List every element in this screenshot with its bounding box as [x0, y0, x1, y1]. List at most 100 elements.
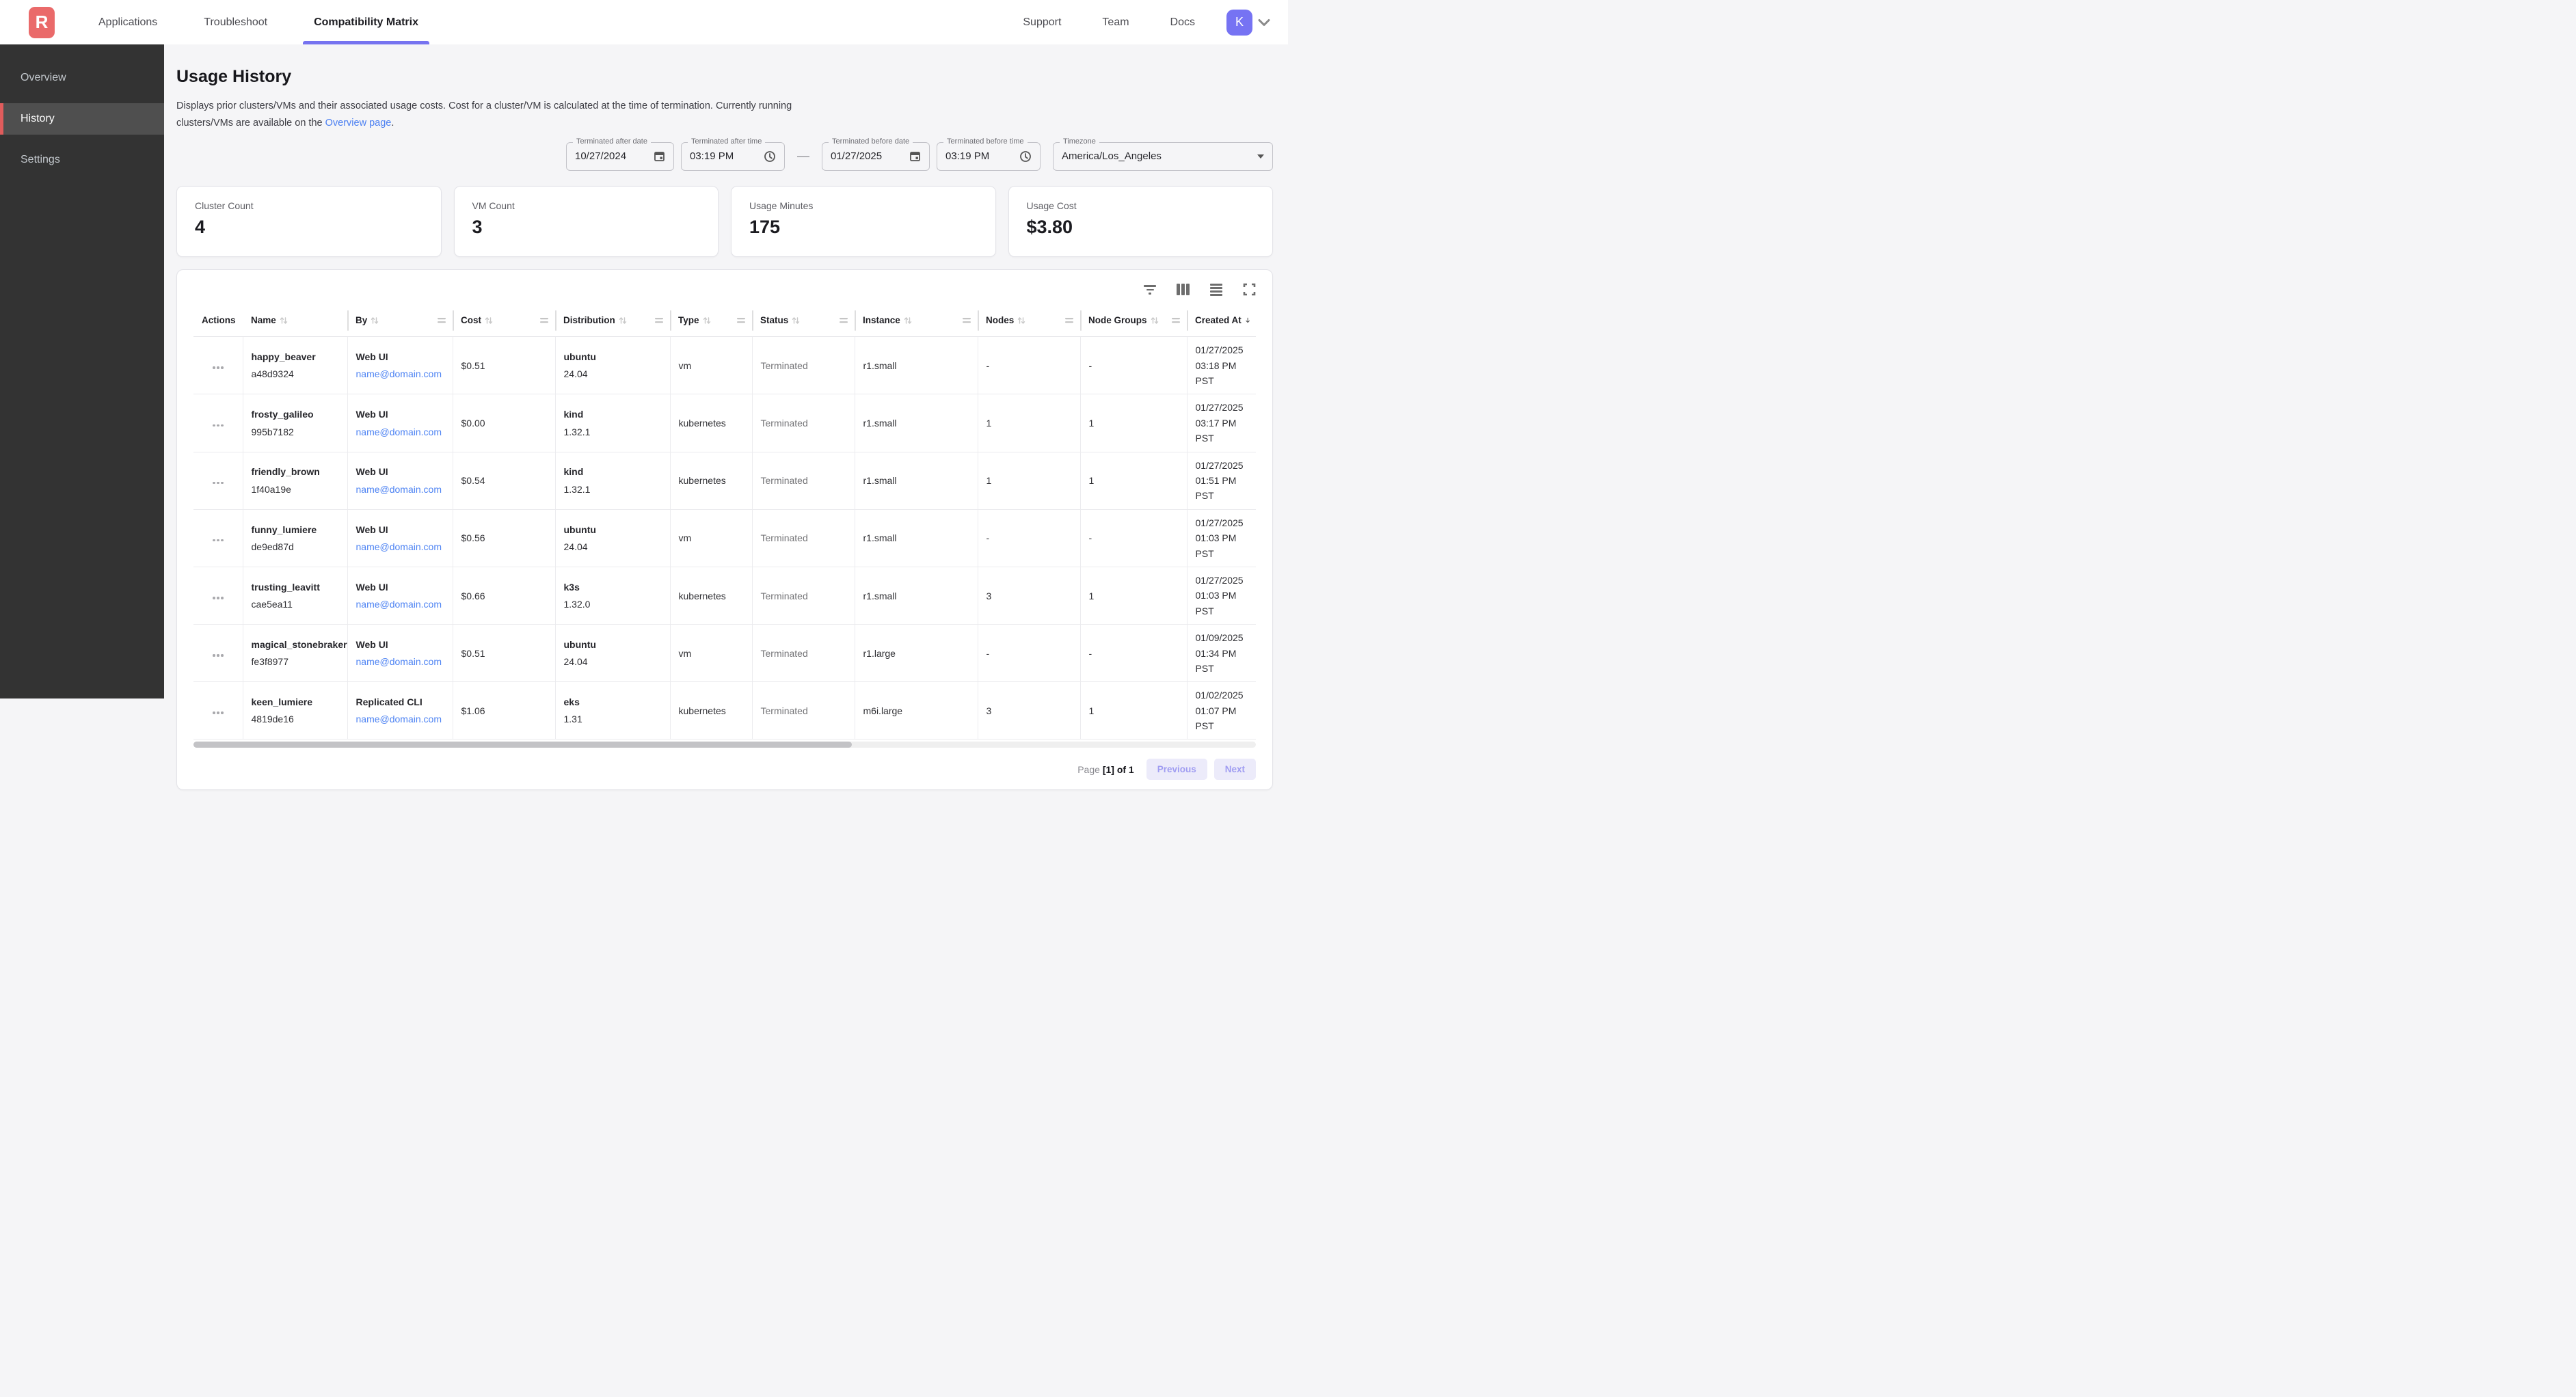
column-menu-icon[interactable] — [1172, 318, 1180, 323]
cost-cell: $0.54 — [453, 452, 555, 509]
row-actions-icon[interactable] — [213, 597, 224, 599]
created-by: Web UI — [356, 465, 447, 478]
column-header-instance[interactable]: Instance — [855, 304, 978, 337]
overview-page-link[interactable]: Overview page — [325, 118, 392, 128]
cluster-id: a48d9324 — [252, 368, 342, 380]
node-groups-cell: - — [1080, 337, 1187, 394]
creator-email-link[interactable]: name@domain.com — [356, 656, 442, 667]
created-date: 01/02/2025 — [1196, 690, 1244, 701]
sort-desc-icon — [1245, 315, 1250, 325]
column-header-node-groups[interactable]: Node Groups — [1080, 304, 1187, 337]
stat-card-usage-cost: Usage Cost $3.80 — [1008, 186, 1274, 257]
row-actions-icon[interactable] — [213, 482, 224, 485]
timezone-select[interactable]: Timezone America/Los_Angeles — [1053, 142, 1273, 171]
calendar-icon[interactable] — [909, 150, 921, 162]
row-actions-icon[interactable] — [213, 539, 224, 542]
created-date: 01/27/2025 — [1196, 402, 1244, 413]
row-actions-icon[interactable] — [213, 424, 224, 427]
creator-email-link[interactable]: name@domain.com — [356, 599, 442, 610]
row-actions-icon[interactable] — [213, 654, 224, 657]
column-menu-icon[interactable] — [737, 318, 745, 323]
created-time: 03:18 PM PST — [1196, 360, 1237, 386]
terminated-after-date-field[interactable]: Terminated after date 10/27/2024 — [566, 142, 674, 171]
sidebar-item-overview[interactable]: Overview — [0, 62, 164, 94]
type-cell: vm — [670, 337, 752, 394]
sort-icon — [371, 316, 379, 325]
filter-icon[interactable] — [1144, 282, 1156, 297]
sort-icon — [792, 316, 800, 325]
column-menu-icon[interactable] — [540, 318, 548, 323]
column-menu-icon[interactable] — [1065, 318, 1073, 323]
node-groups-cell: 1 — [1080, 394, 1187, 452]
distribution: ubuntu — [564, 351, 665, 363]
creator-email-link[interactable]: name@domain.com — [356, 368, 442, 379]
sort-icon — [1151, 316, 1159, 325]
user-avatar[interactable]: K — [1226, 10, 1252, 36]
cost-cell: $0.66 — [453, 567, 555, 624]
created-by: Web UI — [356, 581, 447, 593]
column-header-status[interactable]: Status — [752, 304, 855, 337]
tab-troubleshoot[interactable]: Troubleshoot — [180, 0, 291, 44]
column-header-by[interactable]: By — [347, 304, 453, 337]
nodes-cell: - — [978, 337, 1080, 394]
distribution: ubuntu — [564, 638, 665, 651]
tab-applications[interactable]: Applications — [75, 0, 180, 44]
column-header-nodes[interactable]: Nodes — [978, 304, 1080, 337]
tab-compatibility-matrix[interactable]: Compatibility Matrix — [291, 0, 442, 44]
horizontal-scrollbar-track[interactable] — [193, 742, 1256, 748]
terminated-after-time-field[interactable]: Terminated after time 03:19 PM — [681, 142, 785, 171]
cluster-id: 1f40a19e — [252, 483, 342, 496]
stat-card-usage-minutes: Usage Minutes 175 — [731, 186, 996, 257]
page-label: Page — [1077, 764, 1100, 775]
nav-link-support[interactable]: Support — [1002, 16, 1082, 29]
calendar-icon[interactable] — [654, 150, 665, 162]
density-icon[interactable] — [1210, 284, 1222, 296]
columns-icon[interactable] — [1177, 284, 1190, 295]
column-menu-icon[interactable] — [655, 318, 663, 323]
row-actions-icon[interactable] — [213, 366, 224, 369]
nav-link-docs[interactable]: Docs — [1150, 16, 1216, 29]
chevron-down-icon[interactable] — [1258, 18, 1270, 27]
previous-page-button[interactable]: Previous — [1146, 759, 1207, 780]
sidebar-item-history[interactable]: History — [0, 103, 164, 135]
type-cell: kubernetes — [670, 452, 752, 509]
created-date: 01/27/2025 — [1196, 344, 1244, 355]
dropdown-arrow-icon[interactable] — [1257, 154, 1264, 159]
column-header-type[interactable]: Type — [670, 304, 752, 337]
nav-link-team[interactable]: Team — [1082, 16, 1149, 29]
column-header-cost[interactable]: Cost — [453, 304, 555, 337]
creator-email-link[interactable]: name@domain.com — [356, 541, 442, 552]
cost-cell: $1.06 — [453, 682, 555, 740]
column-header-distribution[interactable]: Distribution — [555, 304, 670, 337]
main-content: Usage History Displays prior clusters/VM… — [164, 44, 1288, 698]
column-header-created-at[interactable]: Created At — [1187, 304, 1256, 337]
creator-email-link[interactable]: name@domain.com — [356, 426, 442, 437]
app-root: R Applications Troubleshoot Compatibilit… — [0, 0, 1288, 698]
horizontal-scrollbar-thumb[interactable] — [193, 742, 852, 748]
creator-email-link[interactable]: name@domain.com — [356, 714, 442, 724]
next-page-button[interactable]: Next — [1214, 759, 1256, 780]
instance-cell: r1.small — [855, 567, 978, 624]
replicated-logo[interactable]: R — [29, 7, 55, 38]
clock-icon[interactable] — [764, 150, 776, 163]
created-time: 01:51 PM PST — [1196, 475, 1237, 501]
top-navbar: R Applications Troubleshoot Compatibilit… — [0, 0, 1288, 44]
column-menu-icon[interactable] — [963, 318, 971, 323]
type-cell: kubernetes — [670, 567, 752, 624]
sidebar-item-settings[interactable]: Settings — [0, 144, 164, 176]
distribution: k3s — [564, 581, 665, 593]
creator-email-link[interactable]: name@domain.com — [356, 484, 442, 495]
column-header-name[interactable]: Name — [243, 304, 347, 337]
fullscreen-icon[interactable] — [1243, 283, 1256, 296]
column-menu-icon[interactable] — [438, 318, 446, 323]
timezone-label: Timezone — [1060, 137, 1099, 146]
terminated-before-time-field[interactable]: Terminated before time 03:19 PM — [937, 142, 1041, 171]
status-cell: Terminated — [752, 509, 855, 567]
row-actions-icon[interactable] — [213, 711, 224, 714]
cluster-name: trusting_leavitt — [252, 581, 342, 593]
terminated-before-date-field[interactable]: Terminated before date 01/27/2025 — [822, 142, 930, 171]
clock-icon[interactable] — [1019, 150, 1032, 163]
type-cell: kubernetes — [670, 682, 752, 740]
column-menu-icon[interactable] — [840, 318, 848, 323]
nodes-cell: - — [978, 625, 1080, 682]
